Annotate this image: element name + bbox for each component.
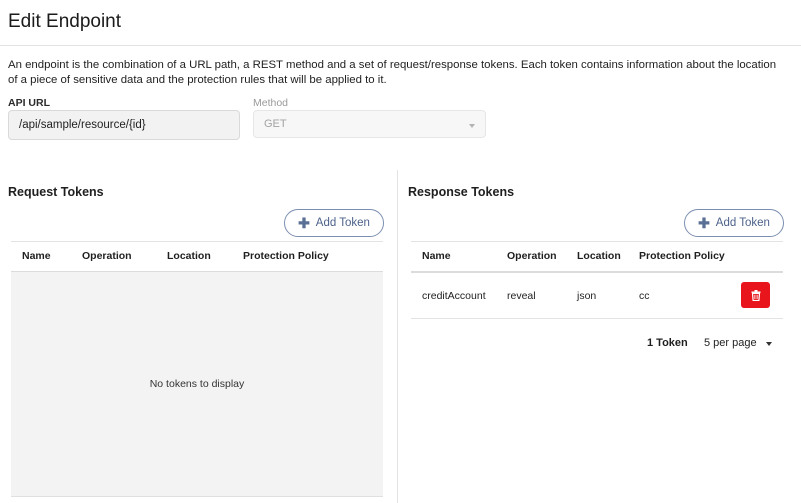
title-divider [0, 45, 801, 46]
page-title: Edit Endpoint [8, 11, 122, 32]
empty-state-text: No tokens to display [149, 378, 245, 390]
trash-icon [751, 289, 760, 301]
request-col-name: Name [22, 250, 51, 262]
method-select[interactable]: GET [253, 110, 486, 138]
request-tokens-title: Request Tokens [8, 185, 104, 199]
token-operation: reveal [507, 290, 536, 302]
add-request-token-label: Add Token [315, 217, 370, 229]
table-row: creditAccount reveal json cc [411, 271, 783, 319]
request-tokens-empty-state: No tokens to display [11, 272, 383, 497]
method-select-value: GET [264, 118, 287, 130]
method-label: Method [253, 97, 289, 109]
api-url-input[interactable] [8, 110, 240, 140]
request-col-operation: Operation [82, 250, 132, 262]
chevron-down-icon [469, 124, 475, 128]
response-col-operation: Operation [507, 250, 557, 262]
token-name: creditAccount [422, 290, 486, 302]
per-page-label: 5 per page [704, 337, 757, 349]
plus-icon: ✚ [298, 215, 310, 231]
plus-icon: ✚ [698, 215, 710, 231]
add-response-token-button[interactable]: ✚ Add Token [684, 209, 784, 237]
request-col-location: Location [167, 250, 211, 262]
delete-token-button[interactable] [741, 282, 770, 308]
add-response-token-label: Add Token [715, 217, 770, 229]
token-policy: cc [639, 290, 650, 302]
panel-divider [397, 170, 398, 503]
response-tokens-header: Name Operation Location Protection Polic… [411, 241, 783, 273]
request-col-policy: Protection Policy [243, 250, 329, 262]
per-page-select[interactable]: 5 per page [704, 337, 772, 349]
page-description: An endpoint is the combination of a URL … [8, 59, 777, 86]
response-col-location: Location [577, 250, 621, 262]
response-col-policy: Protection Policy [639, 250, 725, 262]
token-count: 1 Token [647, 337, 688, 349]
add-request-token-button[interactable]: ✚ Add Token [284, 209, 384, 237]
chevron-down-icon [765, 341, 772, 346]
request-tokens-header: Name Operation Location Protection Polic… [11, 241, 383, 273]
api-url-label: API URL [8, 97, 50, 109]
token-location: json [577, 290, 597, 302]
response-tokens-title: Response Tokens [408, 185, 515, 199]
response-col-name: Name [422, 250, 451, 262]
